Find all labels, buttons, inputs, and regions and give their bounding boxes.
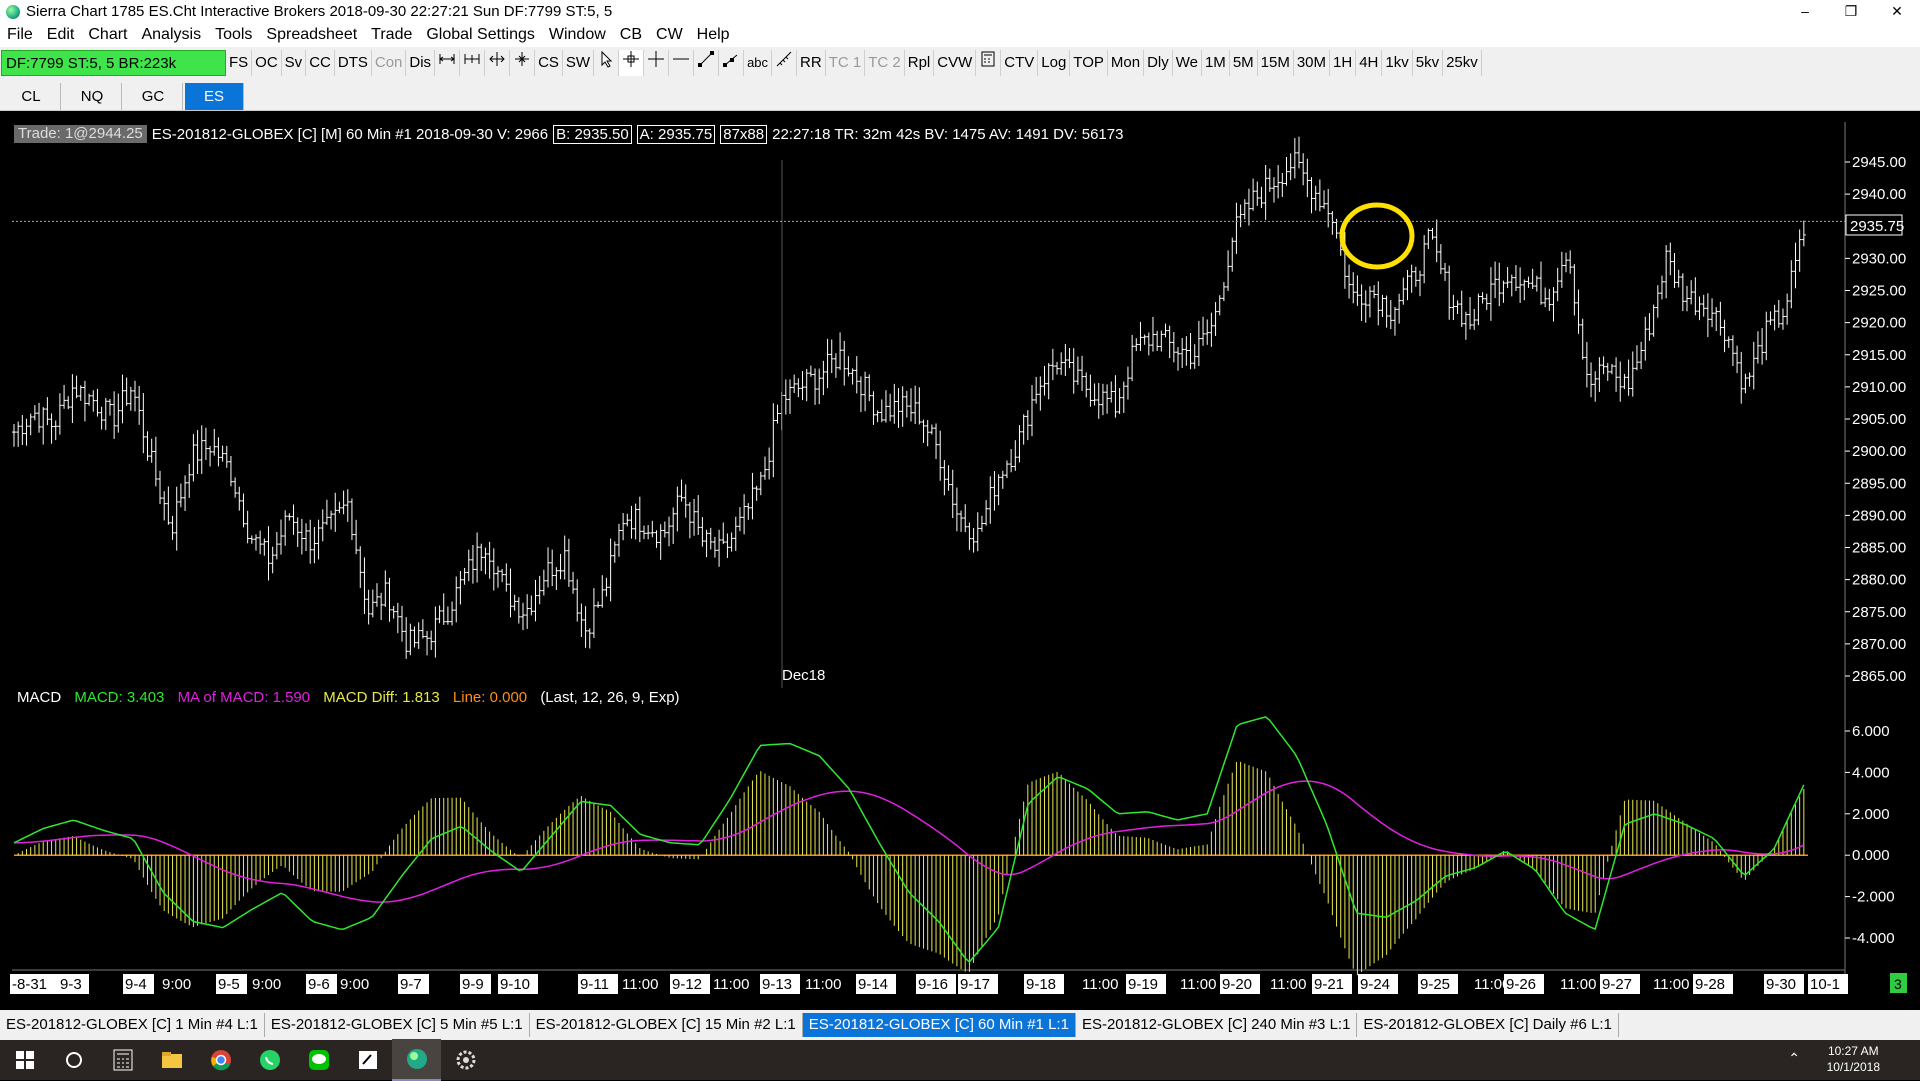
time-tick-label: 11:00 bbox=[1180, 976, 1216, 993]
price-tick-label: 2895.00 bbox=[1852, 475, 1906, 492]
bid-ask-size: 87x88 bbox=[720, 124, 768, 144]
macd-name: MACD bbox=[17, 689, 62, 706]
notes-app-icon[interactable] bbox=[343, 1040, 392, 1080]
time-tick-label: 9-18 bbox=[1026, 976, 1056, 993]
price-tick-label: 2900.00 bbox=[1852, 443, 1906, 460]
windows-taskbar bbox=[0, 1039, 1920, 1081]
time-tick-label: 9-10 bbox=[500, 976, 530, 993]
macd-params: (Last, 12, 26, 9, Exp) bbox=[540, 689, 680, 706]
time-tick-label: 9:00 bbox=[162, 976, 191, 993]
symbol-info: ES-201812-GLOBEX [C] [M] 60 Min #1 2018-… bbox=[151, 125, 549, 143]
time-tick-label: 9:00 bbox=[340, 976, 369, 993]
chart-tab-daily[interactable]: ES-201812-GLOBEX [C] Daily #6 L:1 bbox=[1357, 1013, 1619, 1037]
time-tick-label: 9-25 bbox=[1420, 976, 1450, 993]
scroll-badge[interactable]: 3 bbox=[1894, 976, 1902, 992]
time-tick-label: 10-1 bbox=[1810, 976, 1840, 993]
chart-info-bar: Trade: 1@2944.25 ES-201812-GLOBEX [C] [M… bbox=[14, 124, 1123, 144]
macd-line-value: Line: 0.000 bbox=[452, 689, 528, 706]
time-tick-label: 11:00 bbox=[1653, 976, 1689, 993]
session-stats: 22:27:18 TR: 32m 42s BV: 1475 AV: 1491 D… bbox=[772, 125, 1124, 143]
price-tick-label: 2930.00 bbox=[1852, 250, 1906, 267]
price-tick-label: 2865.00 bbox=[1852, 668, 1906, 685]
macd-tick-label: 6.000 bbox=[1852, 723, 1890, 740]
time-tick-label: 9-24 bbox=[1360, 976, 1390, 993]
macd-legend: MACD MACD: 3.403 MA of MACD: 1.590 MACD … bbox=[17, 689, 689, 706]
time-tick-label: 11:00 bbox=[622, 976, 658, 993]
price-tick-label: 2910.00 bbox=[1852, 379, 1906, 396]
time-tick-label: 11:00 bbox=[1270, 976, 1306, 993]
settings-app-icon[interactable] bbox=[441, 1040, 490, 1080]
last-trade: Trade: 1@2944.25 bbox=[14, 125, 147, 143]
start-icon[interactable] bbox=[0, 1040, 49, 1080]
clock-date: 10/1/2018 bbox=[1826, 1060, 1880, 1074]
time-tick-label: 11:00 bbox=[805, 976, 841, 993]
price-tick-label: 2940.00 bbox=[1852, 186, 1906, 203]
macd-tick-label: 0.000 bbox=[1852, 847, 1890, 864]
time-tick-label: 11:00 bbox=[1082, 976, 1118, 993]
file-explorer-icon[interactable] bbox=[147, 1040, 196, 1080]
macd-value: MACD: 3.403 bbox=[74, 689, 165, 706]
time-tick-label: 9-27 bbox=[1602, 976, 1632, 993]
macd-diff-value: MACD Diff: 1.813 bbox=[323, 689, 440, 706]
calculator-app-icon[interactable] bbox=[98, 1040, 147, 1080]
time-tick-label: 9-11 bbox=[580, 976, 609, 993]
macd-tick-label: -2.000 bbox=[1852, 889, 1895, 906]
time-tick-label: 9-3 bbox=[60, 976, 82, 993]
chart-tab-5min[interactable]: ES-201812-GLOBEX [C] 5 Min #5 L:1 bbox=[265, 1013, 530, 1037]
price-tick-label: 2875.00 bbox=[1852, 604, 1906, 621]
price-tick-label: 2945.00 bbox=[1852, 154, 1906, 171]
macd-tick-label: 2.000 bbox=[1852, 806, 1890, 823]
price-tick-label: 2885.00 bbox=[1852, 540, 1906, 557]
contract-label: Dec18 bbox=[782, 667, 825, 684]
time-tick-label: -8-31 bbox=[12, 976, 47, 993]
time-tick-label: 9-17 bbox=[960, 976, 990, 993]
last-price-label: 2935.75 bbox=[1850, 218, 1904, 235]
time-tick-label: 9-9 bbox=[462, 976, 484, 993]
macd-tick-label: -4.000 bbox=[1852, 930, 1895, 947]
time-tick-label: 9-6 bbox=[308, 976, 330, 993]
chart-tab-1min[interactable]: ES-201812-GLOBEX [C] 1 Min #4 L:1 bbox=[0, 1013, 265, 1037]
price-tick-label: 2920.00 bbox=[1852, 315, 1906, 332]
time-tick-label: 11:00 bbox=[1560, 976, 1596, 993]
line-app-icon[interactable] bbox=[294, 1040, 343, 1080]
time-tick-label: 9-4 bbox=[125, 976, 147, 993]
sierra-chart-taskbar-icon[interactable] bbox=[392, 1039, 441, 1081]
chart-tab-240min[interactable]: ES-201812-GLOBEX [C] 240 Min #3 L:1 bbox=[1076, 1013, 1358, 1037]
time-tick-label: 9-14 bbox=[858, 976, 888, 993]
time-tick-label: 9-19 bbox=[1128, 976, 1158, 993]
price-tick-label: 2925.00 bbox=[1852, 283, 1906, 300]
macd-ma-value: MA of MACD: 1.590 bbox=[177, 689, 311, 706]
chart-tabs: ES-201812-GLOBEX [C] 1 Min #4 L:1 ES-201… bbox=[0, 1010, 1920, 1040]
system-clock[interactable]: 10:27 AM 10/1/2018 bbox=[1827, 1043, 1880, 1075]
price-tick-label: 2890.00 bbox=[1852, 507, 1906, 524]
macd-tick-label: 4.000 bbox=[1852, 764, 1890, 781]
clock-time: 10:27 AM bbox=[1827, 1044, 1879, 1058]
price-tick-label: 2915.00 bbox=[1852, 347, 1906, 364]
time-tick-label: 9-16 bbox=[918, 976, 948, 993]
time-tick-label: 9-30 bbox=[1766, 976, 1796, 993]
chart-tab-60min[interactable]: ES-201812-GLOBEX [C] 60 Min #1 L:1 bbox=[802, 1013, 1076, 1037]
time-tick-label: 9-13 bbox=[762, 976, 792, 993]
time-tick-label: 9-5 bbox=[218, 976, 240, 993]
search-icon[interactable] bbox=[49, 1040, 98, 1080]
time-tick-label: 9-28 bbox=[1695, 976, 1725, 993]
macd-axis: 6.000 4.000 2.000 0.000 -2.000 -4.000 bbox=[1845, 723, 1895, 947]
bid-price: B: 2935.50 bbox=[553, 124, 632, 144]
time-tick-label: 9-7 bbox=[400, 976, 422, 993]
time-tick-label: 9:00 bbox=[252, 976, 281, 993]
time-tick-label: 9-12 bbox=[672, 976, 702, 993]
time-tick-label: 11:00 bbox=[713, 976, 749, 993]
time-tick-label: 9-21 bbox=[1314, 976, 1344, 993]
time-tick-label: 9-26 bbox=[1506, 976, 1536, 993]
chart-tab-15min[interactable]: ES-201812-GLOBEX [C] 15 Min #2 L:1 bbox=[530, 1013, 803, 1037]
ask-price: A: 2935.75 bbox=[636, 124, 716, 144]
time-tick-label: 9-20 bbox=[1222, 976, 1252, 993]
price-tick-label: 2870.00 bbox=[1852, 636, 1906, 653]
whatsapp-icon[interactable] bbox=[245, 1040, 294, 1080]
price-tick-label: 2905.00 bbox=[1852, 411, 1906, 428]
price-tick-label: 2880.00 bbox=[1852, 572, 1906, 589]
price-chart[interactable]: 2945.00 2940.00 2930.00 2925.00 2920.00 2915.… bbox=[0, 0, 1920, 1010]
tray-chevron-icon[interactable]: ⌃ bbox=[1788, 1050, 1800, 1067]
chrome-icon[interactable] bbox=[196, 1040, 245, 1080]
